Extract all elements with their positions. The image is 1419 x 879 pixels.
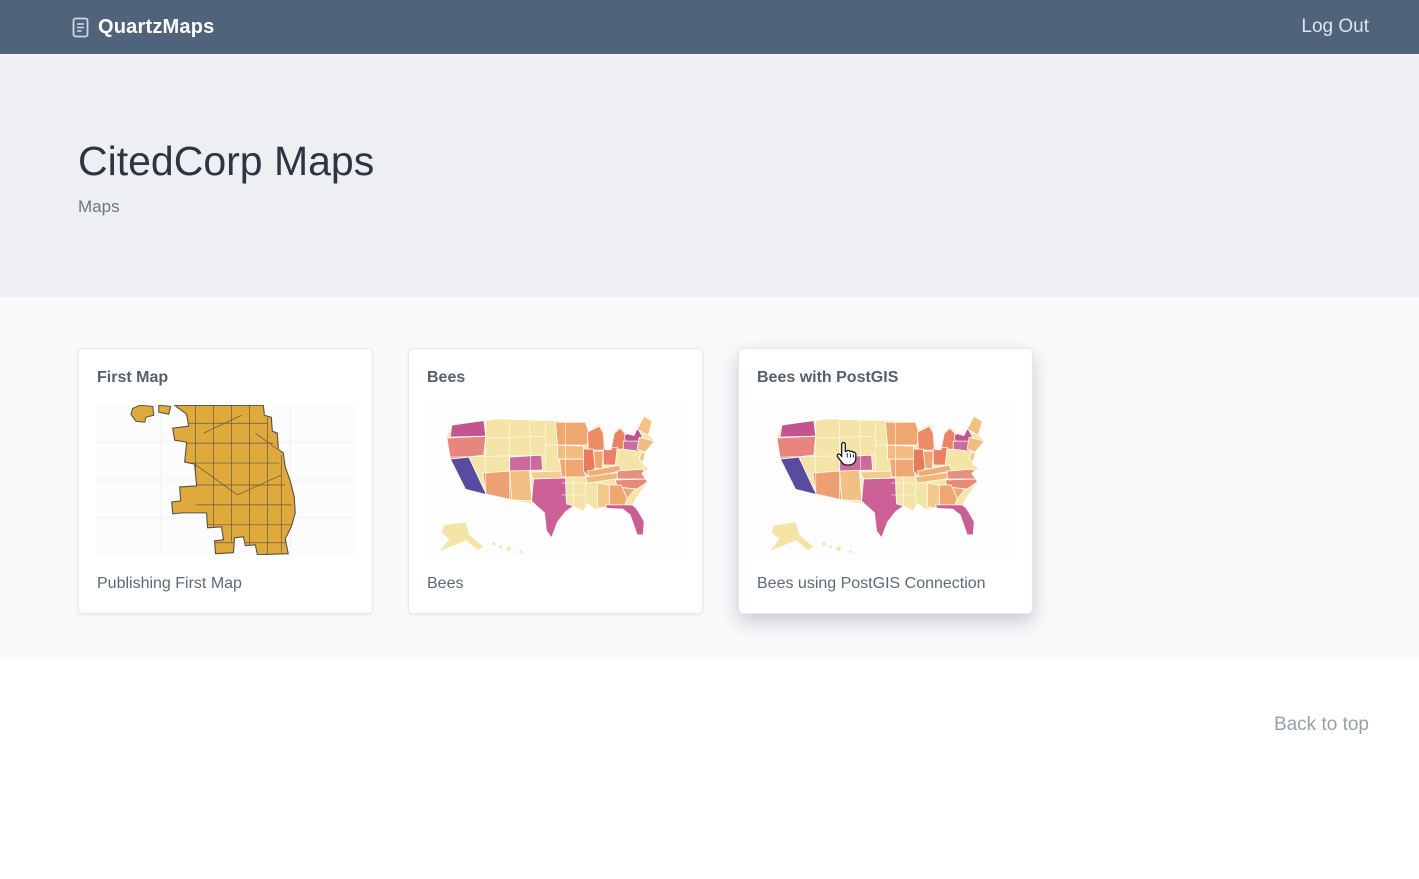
us-choropleth-thumbnail[interactable] — [756, 405, 1015, 555]
navbar: QuartzMaps Log Out — [0, 0, 1419, 54]
card-title: First Map — [97, 369, 355, 387]
map-card-first-map[interactable]: First Map Publishing First Map — [78, 348, 373, 614]
footer: Back to top — [0, 659, 1419, 736]
brand[interactable]: QuartzMaps — [72, 16, 214, 39]
map-card-bees-with-postgis[interactable]: Bees with PostGIS Bees using PostGIS Con… — [738, 348, 1033, 614]
maps-gallery: First Map Publishing First Map Bees Bees… — [0, 297, 1419, 659]
chicago-map-thumbnail[interactable] — [96, 405, 355, 555]
page-title: CitedCorp Maps — [78, 56, 1341, 185]
card-title: Bees with PostGIS — [757, 369, 1015, 387]
brand-title: QuartzMaps — [98, 16, 214, 39]
us-choropleth-thumbnail[interactable] — [426, 405, 685, 555]
card-description: Publishing First Map — [97, 575, 355, 593]
back-to-top-link[interactable]: Back to top — [1274, 714, 1369, 735]
map-card-bees[interactable]: Bees Bees — [408, 348, 703, 614]
page-subtitle: Maps — [78, 197, 1341, 217]
card-title: Bees — [427, 369, 685, 387]
card-description: Bees — [427, 575, 685, 593]
logout-link[interactable]: Log Out — [1301, 16, 1369, 38]
page-header: CitedCorp Maps Maps — [0, 54, 1419, 297]
card-description: Bees using PostGIS Connection — [757, 575, 1015, 593]
document-icon — [72, 17, 89, 38]
